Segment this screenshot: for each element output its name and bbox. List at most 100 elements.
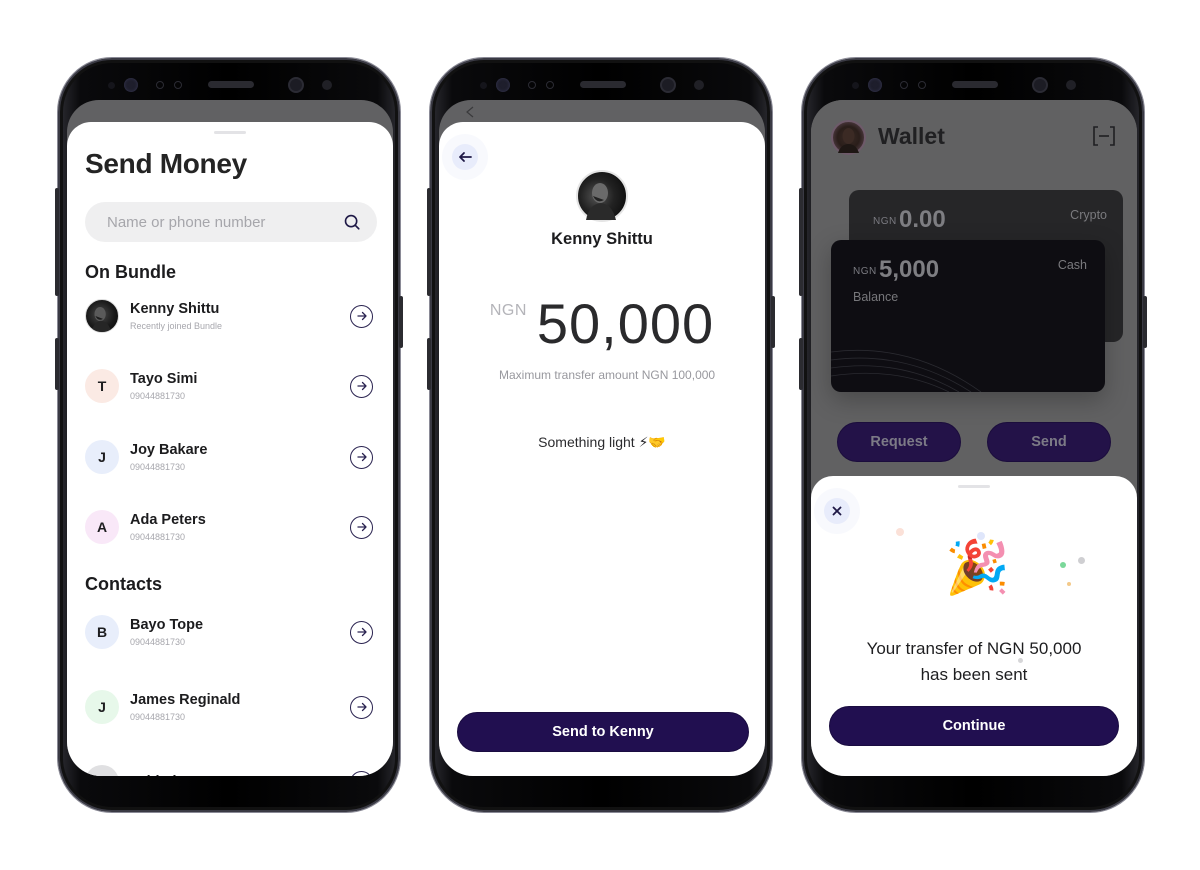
recipient-avatar <box>576 170 628 222</box>
page-title: Send Money <box>85 148 247 179</box>
scan-icon[interactable] <box>1093 126 1115 146</box>
select-contact-button[interactable] <box>350 445 373 469</box>
front-camera <box>288 77 304 93</box>
contact-name: Bayo Tope <box>130 617 204 633</box>
arrow-right-icon <box>356 627 367 637</box>
avatar: A <box>85 510 119 544</box>
request-button[interactable]: Request <box>837 422 961 462</box>
close-button[interactable] <box>824 498 850 524</box>
arrow-left-icon <box>459 152 472 162</box>
search-icon[interactable] <box>343 213 361 231</box>
transfer-note[interactable]: Something light ⚡🤝 <box>439 434 765 451</box>
contact-phone: 09044881730 <box>130 462 186 472</box>
avatar <box>85 299 119 333</box>
sensor-dot <box>322 80 332 90</box>
iris-scanner <box>868 78 882 92</box>
confetti-dot <box>896 528 904 536</box>
amount-value[interactable]: 50,000 <box>537 294 714 354</box>
card-wave-pattern <box>831 349 982 392</box>
arrow-right-icon <box>356 702 367 712</box>
send-button[interactable]: Send to Kenny <box>457 712 749 752</box>
phone-top-bezel <box>432 60 770 104</box>
contact-name: Joy Bakare <box>130 442 208 458</box>
recipient-name: Kenny Shittu <box>551 230 653 248</box>
select-contact-button[interactable] <box>350 620 373 644</box>
person-photo-icon <box>91 307 112 332</box>
screen: Kenny Shittu NGN 50,000 Maximum transfer… <box>439 100 765 776</box>
contact-phone: 09044881730 <box>130 391 186 401</box>
avatar: B <box>85 615 119 649</box>
back-button[interactable] <box>452 144 478 170</box>
select-contact-button[interactable] <box>350 304 373 328</box>
front-camera <box>660 77 676 93</box>
cash-card[interactable]: NGN 5,000 Cash Balance <box>831 240 1105 392</box>
person-photo-icon <box>838 128 859 153</box>
list-item[interactable]: J James Reginald 09044881730 <box>85 689 377 725</box>
sheet-grabber[interactable] <box>214 131 246 134</box>
volume-up-button <box>55 188 59 296</box>
card-type: Cash <box>1057 258 1087 272</box>
arrow-right-icon <box>356 452 367 462</box>
list-item[interactable]: Tobi Idowu <box>85 764 377 776</box>
amount-display[interactable]: NGN 50,000 <box>439 294 765 354</box>
phone-top-bezel <box>60 60 398 104</box>
list-item[interactable]: A Ada Peters 09044881730 <box>85 509 377 545</box>
confetti-dot <box>1067 582 1071 586</box>
list-item[interactable]: Kenny Shittu Recently joined Bundle <box>85 298 377 334</box>
send-button[interactable]: Send <box>987 422 1111 462</box>
success-message-line2: has been sent <box>920 665 1028 684</box>
select-contact-button[interactable] <box>350 770 373 776</box>
list-item[interactable]: B Bayo Tope 09044881730 <box>85 614 377 650</box>
contact-name: Tobi Idowu <box>130 774 350 777</box>
success-message-line1: Your transfer of NGN 50,000 <box>866 639 1082 658</box>
success-message: Your transfer of NGN 50,000 has been sen… <box>811 636 1137 688</box>
screen: Wallet NGN 0.00 Crypto NGN 5,000 Cash Ba… <box>811 100 1137 776</box>
avatar: T <box>85 369 119 403</box>
card-currency: NGN <box>873 216 897 227</box>
list-item[interactable]: T Tayo Simi 09044881730 <box>85 368 377 404</box>
earpiece-speaker <box>952 81 998 88</box>
sensor-dot <box>1066 80 1076 90</box>
proximity-sensor <box>528 81 536 89</box>
select-contact-button[interactable] <box>350 695 373 719</box>
earpiece-speaker <box>580 81 626 88</box>
select-contact-button[interactable] <box>350 374 373 398</box>
sheet-grabber[interactable] <box>958 485 990 488</box>
search-input[interactable] <box>107 213 343 231</box>
screen: Send Money On Bundle <box>67 100 393 776</box>
iris-scanner <box>124 78 138 92</box>
send-money-sheet: Send Money On Bundle <box>67 122 393 776</box>
avatar: J <box>85 440 119 474</box>
phone-amount: Kenny Shittu NGN 50,000 Maximum transfer… <box>427 58 775 812</box>
iris-scanner <box>496 78 510 92</box>
party-popper-icon: 🎉 <box>945 539 1010 597</box>
contact-phone: 09044881730 <box>130 532 186 542</box>
light-sensor <box>174 81 182 89</box>
arrow-right-icon <box>356 522 367 532</box>
sensor-dot <box>108 82 115 89</box>
contact-phone: 09044881730 <box>130 637 186 647</box>
select-contact-button[interactable] <box>350 515 373 539</box>
arrow-right-icon <box>356 311 367 321</box>
person-photo-icon <box>586 183 616 220</box>
phone-top-bezel <box>804 60 1142 104</box>
sensor-dot <box>694 80 704 90</box>
continue-button[interactable]: Continue <box>829 706 1119 746</box>
search-bar[interactable] <box>85 202 377 242</box>
amount-sheet: Kenny Shittu NGN 50,000 Maximum transfer… <box>439 122 765 776</box>
card-balance-label: Balance <box>853 290 899 304</box>
chevron-left-icon[interactable] <box>465 106 475 118</box>
volume-down-button <box>799 338 803 390</box>
light-sensor <box>918 81 926 89</box>
volume-up-button <box>799 188 803 296</box>
sensor-dot <box>480 82 487 89</box>
currency-label: NGN <box>489 302 527 319</box>
max-transfer-note: Maximum transfer amount NGN 100,000 <box>499 368 716 382</box>
volume-up-button <box>427 188 431 296</box>
phone-wallet-success: Wallet NGN 0.00 Crypto NGN 5,000 Cash Ba… <box>799 58 1147 812</box>
power-button <box>771 296 775 348</box>
list-item[interactable]: J Joy Bakare 09044881730 <box>85 439 377 475</box>
power-button <box>399 296 403 348</box>
sensor-dot <box>852 82 859 89</box>
user-avatar[interactable] <box>831 120 866 155</box>
